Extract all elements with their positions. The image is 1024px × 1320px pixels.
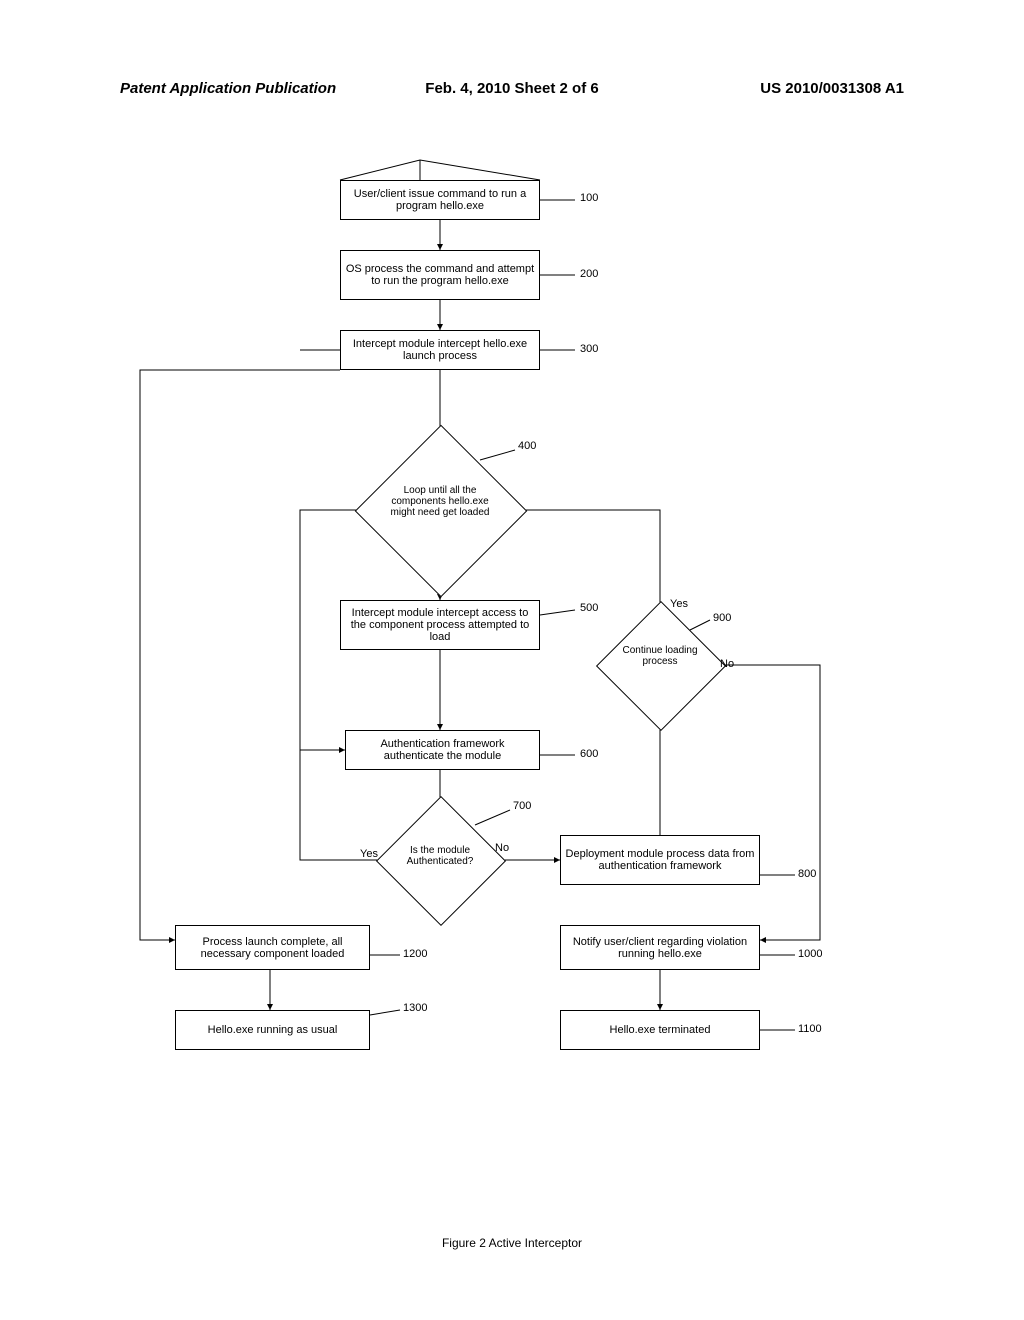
ref-600: 600 [580, 748, 598, 760]
box-800-text: Deployment module process data from auth… [565, 848, 755, 872]
page-header: Patent Application Publication Feb. 4, 2… [0, 80, 1024, 97]
ref-1200: 1200 [403, 948, 427, 960]
ref-1300: 1300 [403, 1002, 427, 1014]
ref-400: 400 [518, 440, 536, 452]
ref-800: 800 [798, 868, 816, 880]
box-100: User/client issue command to run a progr… [340, 180, 540, 220]
ref-700: 700 [513, 800, 531, 812]
box-1300: Hello.exe running as usual [175, 1010, 370, 1050]
edge-900-yes: Yes [670, 598, 688, 610]
box-1300-text: Hello.exe running as usual [208, 1024, 338, 1036]
box-600: Authentication framework authenticate th… [345, 730, 540, 770]
diamond-900 [596, 601, 726, 731]
ref-1100: 1100 [798, 1023, 822, 1035]
box-100-text: User/client issue command to run a progr… [345, 188, 535, 212]
box-800: Deployment module process data from auth… [560, 835, 760, 885]
box-500: Intercept module intercept access to the… [340, 600, 540, 650]
edge-900-no: No [720, 658, 734, 670]
box-500-text: Intercept module intercept access to the… [345, 607, 535, 643]
box-200: OS process the command and attempt to ru… [340, 250, 540, 300]
box-1200: Process launch complete, all necessary c… [175, 925, 370, 970]
header-left: Patent Application Publication [120, 80, 336, 97]
box-1100: Hello.exe terminated [560, 1010, 760, 1050]
edge-700-no: No [495, 842, 509, 854]
diamond-700 [376, 796, 506, 926]
ref-300: 300 [580, 343, 598, 355]
box-1000: Notify user/client regarding violation r… [560, 925, 760, 970]
diamond-400 [355, 425, 528, 598]
box-1200-text: Process launch complete, all necessary c… [180, 936, 365, 960]
box-1000-text: Notify user/client regarding violation r… [565, 936, 755, 960]
ref-100: 100 [580, 192, 598, 204]
box-1100-text: Hello.exe terminated [610, 1024, 711, 1036]
box-200-text: OS process the command and attempt to ru… [345, 263, 535, 287]
figure-caption: Figure 2 Active Interceptor [0, 1236, 1024, 1250]
ref-500: 500 [580, 602, 598, 614]
ref-200: 200 [580, 268, 598, 280]
box-600-text: Authentication framework authenticate th… [350, 738, 535, 762]
box-300: Intercept module intercept hello.exe lau… [340, 330, 540, 370]
header-right: US 2010/0031308 A1 [760, 80, 904, 97]
box-300-text: Intercept module intercept hello.exe lau… [345, 338, 535, 362]
flowchart-diagram: User/client issue command to run a progr… [120, 140, 900, 1190]
header-center: Feb. 4, 2010 Sheet 2 of 6 [425, 80, 598, 97]
ref-900: 900 [713, 612, 731, 624]
edge-700-yes: Yes [360, 848, 378, 860]
ref-1000: 1000 [798, 948, 822, 960]
